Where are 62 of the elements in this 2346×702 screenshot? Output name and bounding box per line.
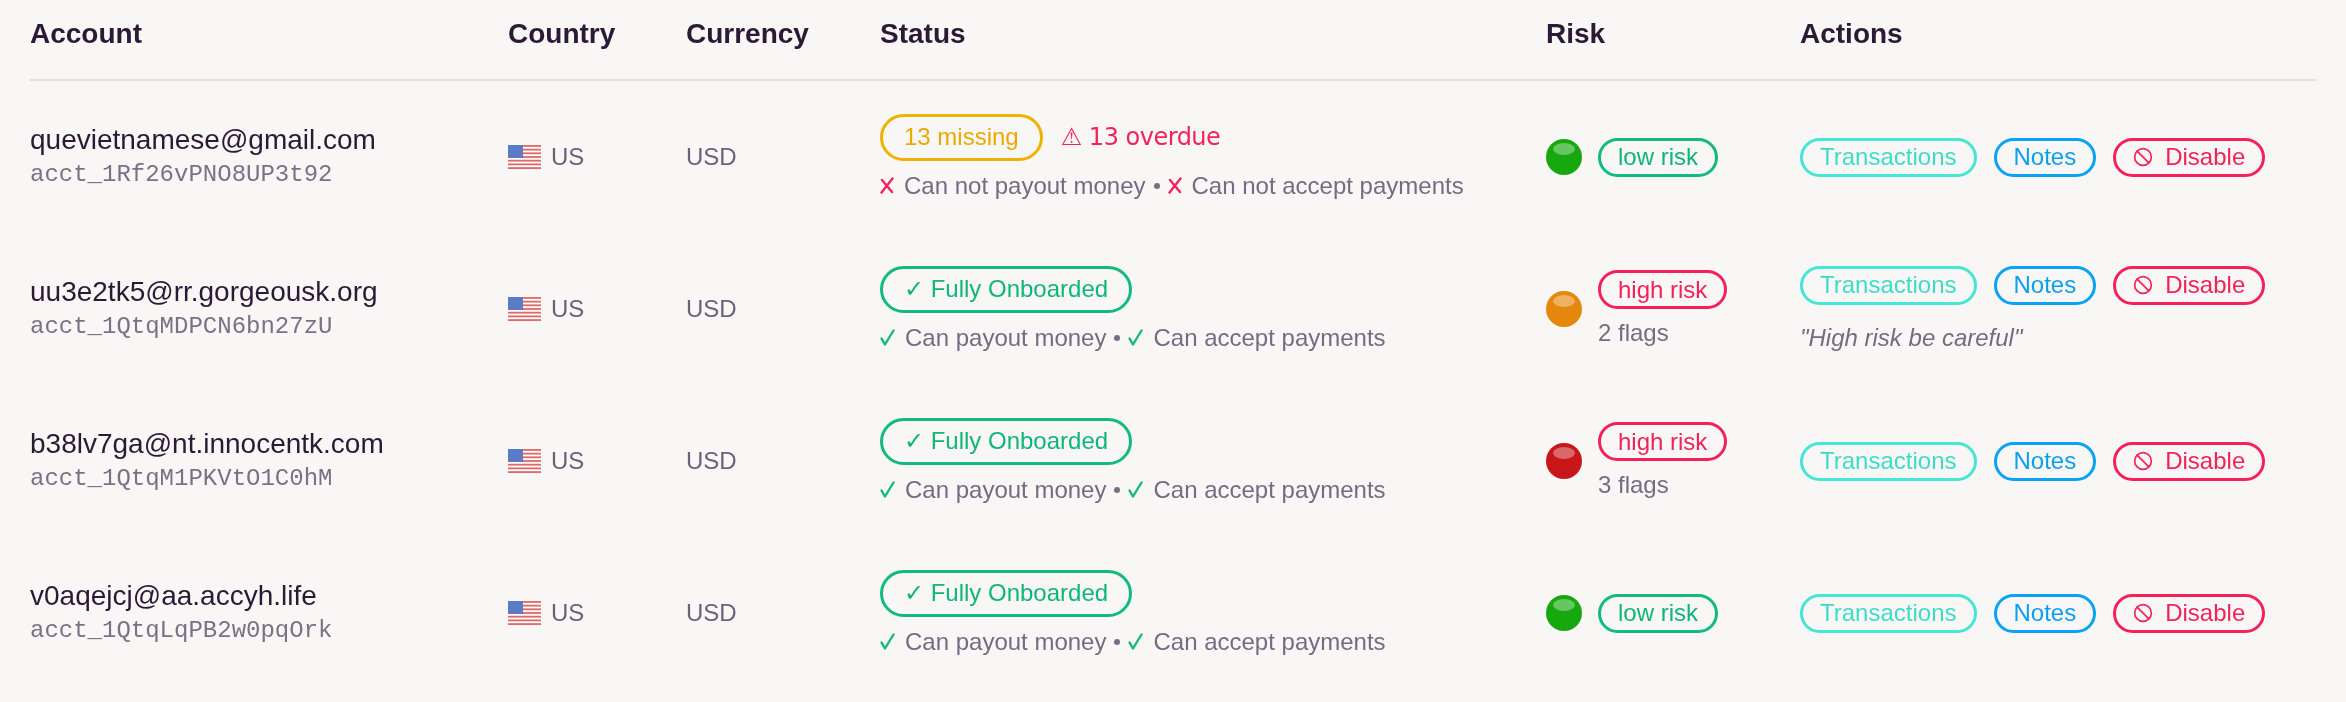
risk-badge: high risk <box>1598 422 1728 461</box>
us-flag-icon <box>508 145 541 169</box>
account-email: b38lv7ga@nt.innocentk.com <box>30 428 384 460</box>
account-id: acct_1Rf26vPNO8UP3t92 <box>30 160 333 190</box>
account-id: acct_1QtqLqPB2w0pqOrk <box>30 616 333 646</box>
us-flag-icon <box>508 449 541 473</box>
disable-button[interactable]: Disable <box>2113 137 2266 177</box>
capability-label: Can accept payments <box>1153 322 1386 353</box>
capability-label: Can not accept payments <box>1191 170 1464 201</box>
status-badge: ✓ Fully Onboarded <box>880 265 1133 313</box>
column-header: Account <box>30 18 142 49</box>
risk-badge: low risk <box>1598 137 1718 177</box>
notes-button[interactable]: Notes <box>1993 441 2097 481</box>
us-flag-icon <box>508 297 541 321</box>
account-id: acct_1QtqMDPCN6bn27zU <box>30 312 333 342</box>
currency-code: USD <box>686 598 737 628</box>
us-flag-icon <box>508 601 541 625</box>
status-badge: ✓ Fully Onboarded <box>880 569 1133 617</box>
overdue-warning: ⚠ 13 overdue <box>1060 122 1221 152</box>
risk-badge: low risk <box>1598 593 1718 633</box>
capability-label: Can accept payments <box>1153 474 1386 505</box>
capability-label: Can payout money <box>905 322 1107 353</box>
transactions-button[interactable]: Transactions <box>1800 137 1977 177</box>
account-id: acct_1QtqM1PKVtO1C0hM <box>30 464 333 494</box>
disable-button[interactable]: Disable <box>2113 593 2266 633</box>
status-badge: ✓ Fully Onboarded <box>880 417 1133 465</box>
capability-label: Can accept payments <box>1153 626 1386 657</box>
column-header: Actions <box>1800 18 1903 49</box>
country-code: US <box>551 598 585 628</box>
notes-button[interactable]: Notes <box>1993 265 2097 305</box>
transactions-button[interactable]: Transactions <box>1800 265 1977 305</box>
column-header: Country <box>508 18 616 49</box>
flags-count: 2 flags <box>1598 318 1669 348</box>
column-header: Risk <box>1546 18 1606 49</box>
currency-code: USD <box>686 142 737 172</box>
column-header: Currency <box>686 18 809 49</box>
currency-code: USD <box>686 446 737 476</box>
country-code: US <box>551 142 585 172</box>
currency-code: USD <box>686 294 737 324</box>
notes-button[interactable]: Notes <box>1993 593 2097 633</box>
capability-label: Can payout money <box>905 474 1107 505</box>
notes-button[interactable]: Notes <box>1993 137 2097 177</box>
ban-icon <box>2133 451 2154 471</box>
capability-label: Can payout money <box>905 626 1107 657</box>
ban-icon <box>2133 275 2154 295</box>
disable-button[interactable]: Disable <box>2113 441 2266 481</box>
transactions-button[interactable]: Transactions <box>1800 441 1977 481</box>
country-code: US <box>551 294 585 324</box>
ban-icon <box>2133 603 2154 623</box>
disable-button[interactable]: Disable <box>2113 265 2266 305</box>
transactions-button[interactable]: Transactions <box>1800 593 1977 633</box>
country-code: US <box>551 446 585 476</box>
ban-icon <box>2133 147 2154 167</box>
account-email: uu3e2tk5@rr.gorgeousk.org <box>30 276 378 308</box>
capability-label: Can not payout money <box>904 170 1146 201</box>
account-email: quevietnamese@gmail.com <box>30 124 376 156</box>
column-header: Status <box>880 18 966 49</box>
flags-count: 3 flags <box>1598 470 1669 500</box>
note-text: "High risk be careful" <box>1800 322 2023 353</box>
status-badge: 13 missing <box>880 113 1043 161</box>
risk-badge: high risk <box>1598 270 1728 309</box>
account-email: v0aqejcj@aa.accyh.life <box>30 580 317 612</box>
